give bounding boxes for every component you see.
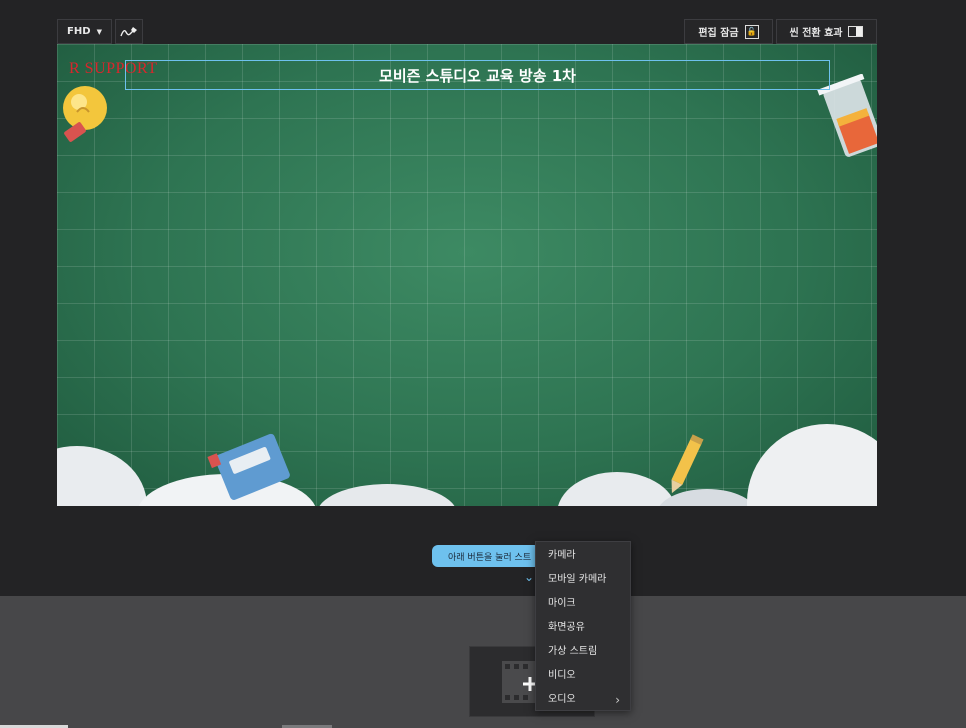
edit-lock-button[interactable]: 편집 잠금 🔓 bbox=[684, 19, 773, 44]
hint-text: 아래 버튼을 눌러 스트 bbox=[448, 552, 532, 563]
pen-icon bbox=[120, 26, 137, 36]
broadcast-title: 모비즌 스튜디오 교육 방송 1차 bbox=[379, 66, 576, 85]
broadcast-canvas[interactable]: R SUPPORT 모비즌 스튜디오 교육 방송 1차 bbox=[57, 44, 877, 506]
menu-item-label: 가상 스트림 bbox=[548, 646, 598, 657]
scene-transition-button[interactable]: 씬 전환 효과 bbox=[776, 19, 877, 44]
menu-item-label: 마이크 bbox=[548, 598, 576, 609]
chevron-right-icon: › bbox=[615, 693, 620, 707]
edit-lock-label: 편집 잠금 bbox=[698, 28, 739, 39]
resolution-dropdown[interactable]: FHD ▼ bbox=[57, 19, 112, 44]
menu-item-audio[interactable]: 오디오 › bbox=[536, 688, 630, 712]
chevron-down-icon: ▼ bbox=[96, 27, 102, 36]
lock-icon: 🔓 bbox=[744, 24, 759, 39]
title-text-box[interactable]: 모비즌 스튜디오 교육 방송 1차 bbox=[125, 60, 830, 90]
menu-item-mobile-camera[interactable]: 모바일 카메라 bbox=[536, 568, 630, 592]
chevron-down-icon: ⌄ bbox=[524, 570, 535, 584]
lightbulb-icon bbox=[63, 86, 107, 142]
source-menu: 카메라 모바일 카메라 마이크 화면공유 가상 스트림 비디오 오디오 › bbox=[535, 541, 631, 711]
clouds-decoration bbox=[57, 424, 877, 506]
scene-transition-label: 씬 전환 효과 bbox=[789, 28, 843, 39]
menu-item-camera[interactable]: 카메라 bbox=[536, 544, 630, 568]
menu-item-virtual-stream[interactable]: 가상 스트림 bbox=[536, 640, 630, 664]
pen-tool-button[interactable] bbox=[115, 19, 143, 44]
resolution-label: FHD bbox=[67, 26, 91, 37]
hint-tooltip: 아래 버튼을 눌러 스트 bbox=[432, 545, 540, 567]
menu-item-label: 카메라 bbox=[548, 550, 576, 561]
menu-item-label: 화면공유 bbox=[548, 622, 585, 633]
menu-item-microphone[interactable]: 마이크 bbox=[536, 592, 630, 616]
menu-item-screen-share[interactable]: 화면공유 bbox=[536, 616, 630, 640]
toggle-icon bbox=[848, 26, 864, 37]
book-icon bbox=[207, 433, 290, 500]
pencil-icon bbox=[671, 434, 704, 494]
menu-item-video[interactable]: 비디오 bbox=[536, 664, 630, 688]
menu-item-label: 모바일 카메라 bbox=[548, 574, 607, 585]
menu-item-label: 비디오 bbox=[548, 670, 576, 681]
menu-item-label: 오디오 bbox=[548, 694, 576, 705]
